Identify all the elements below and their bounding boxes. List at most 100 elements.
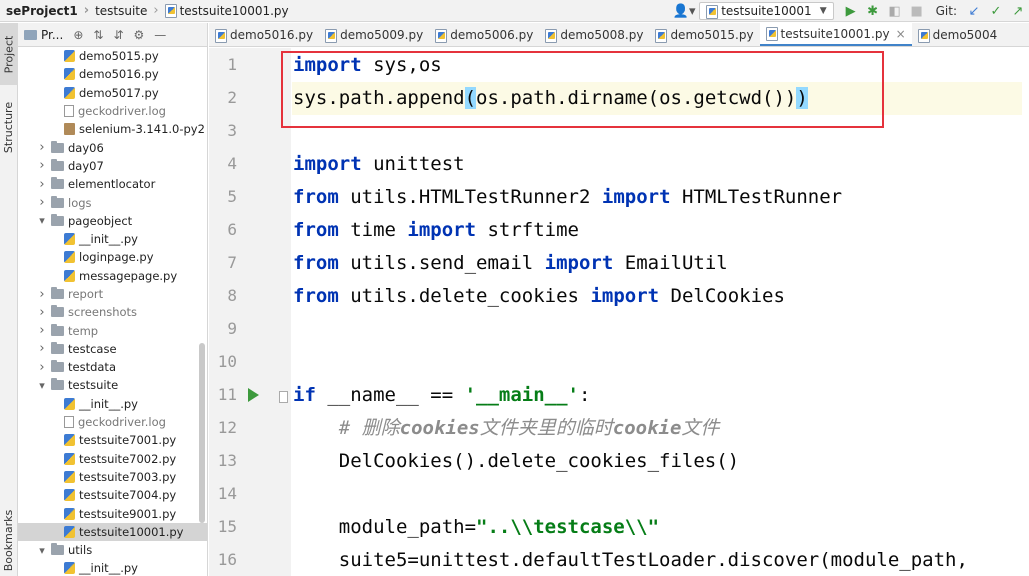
tree-item[interactable]: ▾ utils	[18, 541, 207, 559]
fold-icon[interactable]	[279, 391, 288, 403]
editor-tab[interactable]: demo5009.py	[319, 23, 429, 46]
tree-item[interactable]: › day06	[18, 138, 207, 156]
git-commit-button[interactable]: ✓	[985, 0, 1007, 22]
tree-item[interactable]: › temp	[18, 321, 207, 339]
tree-item[interactable]: › testdata	[18, 358, 207, 376]
tree-item[interactable]: demo5015.py	[18, 47, 207, 65]
project-panel-toolbar: Pr... ⊕ ⇅ ⇵ ⚙ —	[18, 23, 207, 47]
code-line: DelCookies().delete_cookies_files()	[293, 445, 739, 478]
code-token: strftime	[476, 219, 579, 241]
tree-item[interactable]: demo5017.py	[18, 84, 207, 102]
stop-button[interactable]: ■	[906, 0, 928, 22]
tree-item[interactable]: testsuite7004.py	[18, 486, 207, 504]
tree-item[interactable]: testsuite7003.py	[18, 468, 207, 486]
chevron-right-icon[interactable]: ›	[36, 341, 48, 356]
tree-item[interactable]: testsuite7001.py	[18, 431, 207, 449]
code-line: # 删除cookies文件夹里的临时cookie文件	[293, 412, 720, 445]
breadcrumb-file-label: testsuite10001.py	[179, 3, 289, 18]
tree-item[interactable]: testsuite10001.py	[18, 522, 207, 542]
project-tool-tab-label: Project	[2, 35, 16, 73]
editor-tab[interactable]: demo5015.py	[649, 23, 759, 46]
tree-item-label: testsuite9001.py	[79, 506, 177, 521]
tree-item[interactable]: testsuite7002.py	[18, 450, 207, 468]
chevron-right-icon[interactable]: ›	[36, 177, 48, 192]
tree-item[interactable]: testsuite9001.py	[18, 504, 207, 522]
coverage-icon: ◧	[888, 3, 901, 19]
breadcrumb-project[interactable]: seProject1 ›	[0, 0, 89, 22]
chevron-right-icon[interactable]: ›	[36, 305, 48, 320]
coverage-button[interactable]: ◧	[884, 0, 906, 22]
code-token: utils.send_email	[338, 252, 545, 274]
tree-item[interactable]: › testcase	[18, 340, 207, 358]
breadcrumb-file[interactable]: testsuite10001.py	[159, 0, 289, 22]
tree-item[interactable]: ▾ testsuite	[18, 376, 207, 394]
tree-item[interactable]: messagepage.py	[18, 267, 207, 285]
tree-item[interactable]: __init__.py	[18, 230, 207, 248]
tree-item[interactable]: ▾ pageobject	[18, 212, 207, 230]
chevron-right-icon[interactable]: ›	[36, 360, 48, 375]
code-token: utils.HTMLTestRunner2	[338, 186, 602, 208]
tree-item[interactable]: › report	[18, 285, 207, 303]
tree-item[interactable]: demo5016.py	[18, 65, 207, 83]
tree-item[interactable]: geckodriver.log	[18, 102, 207, 120]
tree-item[interactable]: › logs	[18, 193, 207, 211]
folder-icon	[51, 341, 64, 354]
run-button[interactable]: ▶	[840, 0, 862, 22]
chevron-right-icon[interactable]: ›	[36, 287, 48, 302]
editor-tab[interactable]: demo5016.py	[209, 23, 319, 46]
locate-icon[interactable]: ⊕	[73, 28, 83, 42]
editor-tab[interactable]: demo5004	[912, 23, 1004, 46]
project-panel-title[interactable]: Pr...	[41, 28, 63, 42]
breadcrumb-separator-icon: ›	[153, 3, 159, 18]
git-push-button[interactable]: ↗	[1007, 0, 1029, 22]
code-token: 文件	[681, 417, 720, 439]
gear-icon[interactable]: ⚙	[134, 28, 145, 42]
tree-item[interactable]: › elementlocator	[18, 175, 207, 193]
debug-button[interactable]: ✱	[862, 0, 884, 22]
code-token: import	[544, 252, 614, 274]
editor-tab[interactable]: testsuite10001.py ×	[759, 23, 912, 46]
editor-tab-label: demo5008.py	[560, 28, 644, 42]
hide-icon[interactable]: —	[154, 28, 166, 42]
user-icon[interactable]: 👤▾	[669, 0, 699, 22]
close-icon[interactable]: ×	[896, 27, 906, 41]
tree-item[interactable]: __init__.py	[18, 395, 207, 413]
code-token: :	[579, 384, 591, 406]
expand-icon[interactable]: ⇵	[113, 28, 123, 42]
tree-item[interactable]: loginpage.py	[18, 248, 207, 266]
tree-item-label: __init__.py	[79, 396, 138, 411]
tree-item[interactable]: › screenshots	[18, 303, 207, 321]
project-tool-tab[interactable]: Project	[0, 23, 18, 85]
breadcrumb-folder[interactable]: testsuite ›	[89, 0, 159, 22]
chevron-right-icon[interactable]: ›	[36, 323, 48, 338]
line-number: 11	[217, 385, 237, 404]
tree-item[interactable]: __init__.py	[18, 559, 207, 576]
git-update-button[interactable]: ↙	[963, 0, 985, 22]
chevron-right-icon[interactable]: ›	[36, 195, 48, 210]
archive-file-icon	[64, 123, 75, 136]
code-token: suite5=unittest.defaultTestLoader.discov…	[293, 549, 968, 571]
bug-icon: ✱	[867, 3, 879, 19]
tree-item-label: day07	[68, 158, 104, 173]
run-configuration-select[interactable]: testsuite10001 ▼	[699, 2, 834, 20]
chevron-down-icon[interactable]: ▾	[36, 214, 48, 227]
tree-item[interactable]: › day07	[18, 157, 207, 175]
collapse-icon[interactable]: ⇅	[93, 28, 103, 42]
chevron-right-icon[interactable]: ›	[36, 158, 48, 173]
chevron-down-icon[interactable]: ▾	[36, 544, 48, 557]
run-gutter-icon[interactable]	[248, 388, 259, 402]
tree-item[interactable]: selenium-3.141.0-py2	[18, 120, 207, 138]
folder-icon	[51, 140, 64, 153]
code-line: module_path="..\\testcase\\"	[293, 511, 659, 544]
chevron-down-icon[interactable]: ▾	[36, 379, 48, 392]
editor-tab[interactable]: demo5008.py	[539, 23, 649, 46]
editor-tab[interactable]: demo5006.py	[429, 23, 539, 46]
bookmarks-tool-tab[interactable]: Bookmarks	[0, 505, 18, 575]
chevron-right-icon[interactable]: ›	[36, 140, 48, 155]
project-scrollbar[interactable]	[199, 343, 205, 523]
tree-item[interactable]: geckodriver.log	[18, 413, 207, 431]
structure-tool-tab[interactable]: Structure	[0, 91, 18, 163]
code-token: unittest	[361, 153, 465, 175]
python-file-icon	[325, 28, 338, 43]
code-line: import unittest	[293, 148, 465, 181]
